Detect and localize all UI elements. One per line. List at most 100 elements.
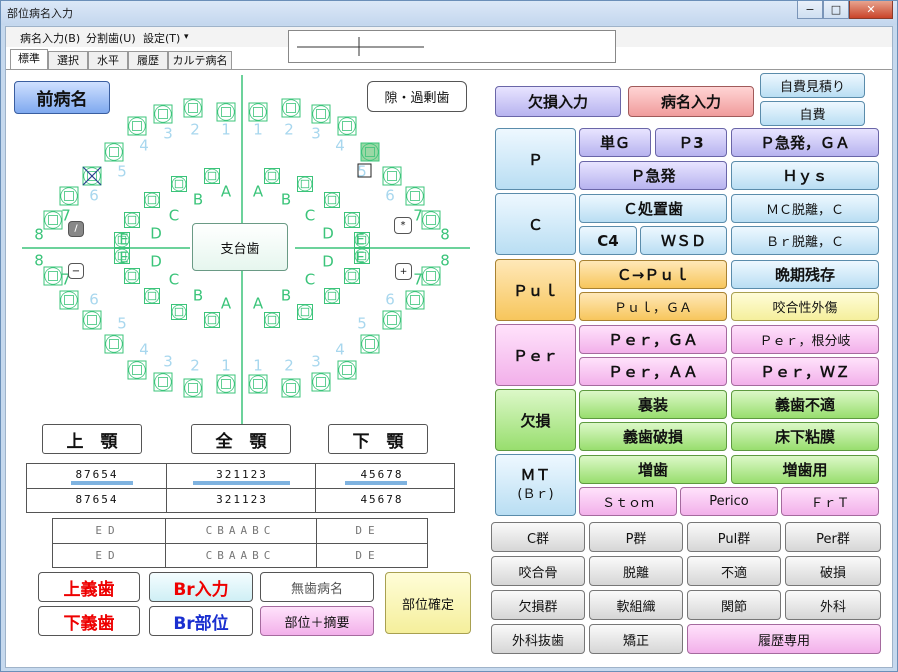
tab-chart-disease[interactable]: カルテ病名 bbox=[168, 51, 232, 69]
previous-disease-button[interactable]: 前病名 bbox=[14, 81, 110, 114]
deciduous-upper-right-D[interactable] bbox=[344, 212, 360, 228]
deciduous-lower-left-C[interactable] bbox=[144, 288, 160, 304]
ed-row1-left[interactable]: ED bbox=[63, 524, 153, 537]
part-summary-button[interactable]: 部位＋摘要 bbox=[260, 606, 374, 636]
per-wz-button[interactable]: Ｐｅｒ，ＷＺ bbox=[731, 357, 879, 386]
add-tooth-use-button[interactable]: 増歯用 bbox=[731, 455, 879, 484]
tooth-row2-right[interactable]: 45678 bbox=[337, 493, 427, 506]
tooth-upper-left-5[interactable] bbox=[104, 142, 124, 162]
p-group-button[interactable]: P群 bbox=[589, 522, 683, 552]
gap-extra-tooth-button[interactable]: 隙・過剰歯 bbox=[367, 81, 467, 112]
asterisk-button[interactable]: * bbox=[394, 217, 412, 234]
tooth-lower-right-1[interactable] bbox=[248, 374, 268, 394]
soft-tissue-button[interactable]: 軟組織 bbox=[589, 590, 683, 620]
tooth-row2-left[interactable]: 87654 bbox=[57, 493, 137, 506]
ed-row2-left[interactable]: ED bbox=[63, 549, 153, 562]
menu-disease-input[interactable]: 病名入力(B) bbox=[20, 30, 80, 46]
tab-select[interactable]: 選択 bbox=[48, 51, 88, 69]
surgical-extraction-button[interactable]: 外科抜歯 bbox=[491, 624, 585, 654]
tooth-upper-right-2[interactable] bbox=[281, 98, 301, 118]
tooth-upper-left-4[interactable] bbox=[127, 116, 147, 136]
tooth-lower-left-8[interactable] bbox=[43, 266, 63, 286]
per-group-button[interactable]: Per群 bbox=[785, 522, 881, 552]
br-part-button[interactable]: Br部位 bbox=[149, 606, 253, 636]
minus-button[interactable]: − bbox=[68, 263, 84, 279]
deciduous-upper-left-B[interactable] bbox=[171, 176, 187, 192]
tooth-lower-right-4[interactable] bbox=[337, 360, 357, 380]
detach-button[interactable]: 脱離 bbox=[589, 556, 683, 586]
category-c-button[interactable]: Ｃ bbox=[495, 193, 576, 255]
orthodontic-button[interactable]: 矯正 bbox=[589, 624, 683, 654]
surgery-button[interactable]: 外科 bbox=[785, 590, 881, 620]
deciduous-lower-right-D[interactable] bbox=[344, 268, 360, 284]
full-jaw-button[interactable]: 全 顎 bbox=[191, 424, 291, 454]
tooth-row2-center[interactable]: 321123 bbox=[187, 493, 297, 506]
defect-group-button[interactable]: 欠損群 bbox=[491, 590, 585, 620]
c-treated-button[interactable]: Ｃ処置歯 bbox=[579, 194, 727, 223]
upper-jaw-button[interactable]: 上 顎 bbox=[42, 424, 142, 454]
deciduous-upper-right-A[interactable] bbox=[264, 168, 280, 184]
deciduous-upper-left-C[interactable] bbox=[144, 192, 160, 208]
tooth-lower-left-7[interactable] bbox=[59, 290, 79, 310]
br-detach-c-button[interactable]: Ｂｒ脱離，Ｃ bbox=[731, 226, 879, 255]
c-to-pul-button[interactable]: Ｃ→Ｐｕｌ bbox=[579, 260, 727, 289]
tooth-upper-right-4[interactable] bbox=[337, 116, 357, 136]
deciduous-lower-left-B[interactable] bbox=[171, 304, 187, 320]
c4-button[interactable]: C4 bbox=[579, 226, 637, 255]
p-acute-button[interactable]: Ｐ急発 bbox=[579, 161, 727, 190]
tooth-upper-left-1[interactable] bbox=[216, 102, 236, 122]
no-tooth-disease-button[interactable]: 無歯病名 bbox=[260, 572, 374, 602]
tooth-upper-left-8[interactable] bbox=[43, 210, 63, 230]
c-group-button[interactable]: C群 bbox=[491, 522, 585, 552]
tooth-row1-right[interactable]: 45678 bbox=[337, 468, 427, 481]
lower-denture-button[interactable]: 下義歯 bbox=[38, 606, 140, 636]
wsd-button[interactable]: ＷＳＤ bbox=[640, 226, 727, 255]
single-g-button[interactable]: 単Ｇ bbox=[579, 128, 651, 157]
stom-button[interactable]: Ｓｔｏｍ bbox=[579, 487, 677, 516]
menu-settings[interactable]: 設定(T) bbox=[143, 30, 180, 46]
deciduous-upper-right-B[interactable] bbox=[297, 176, 313, 192]
occlusal-bone-button[interactable]: 咬合骨 bbox=[491, 556, 585, 586]
tooth-lower-left-6[interactable] bbox=[82, 310, 102, 330]
deciduous-upper-left-D[interactable] bbox=[124, 212, 140, 228]
tooth-lower-left-4[interactable] bbox=[127, 360, 147, 380]
tab-standard[interactable]: 標準 bbox=[10, 49, 48, 69]
ed-row2-right[interactable]: DE bbox=[323, 549, 413, 562]
category-mt-button[interactable]: ＭＴ (Ｂｒ) bbox=[495, 454, 576, 516]
hys-button[interactable]: Ｈｙｓ bbox=[731, 161, 879, 190]
category-pul-button[interactable]: Ｐｕｌ bbox=[495, 259, 576, 321]
plus-button[interactable]: + bbox=[395, 263, 412, 280]
self-pay-estimate-button[interactable]: 自費見積り bbox=[760, 73, 865, 98]
tooth-lower-left-3[interactable] bbox=[153, 372, 173, 392]
tooth-upper-right-7[interactable] bbox=[405, 186, 425, 206]
per-ga-button[interactable]: Ｐｅｒ，ＧＡ bbox=[579, 325, 727, 354]
lower-jaw-button[interactable]: 下 顎 bbox=[328, 424, 428, 454]
category-defect-button[interactable]: 欠損 bbox=[495, 389, 576, 451]
per-root-fork-button[interactable]: Ｐｅｒ，根分岐 bbox=[731, 325, 879, 354]
self-pay-button[interactable]: 自費 bbox=[760, 101, 865, 126]
category-p-button[interactable]: Ｐ bbox=[495, 128, 576, 190]
deciduous-lower-left-A[interactable] bbox=[204, 312, 220, 328]
tooth-row1-left[interactable]: 87654 bbox=[57, 468, 137, 481]
deciduous-lower-right-B[interactable] bbox=[297, 304, 313, 320]
relining-button[interactable]: 裏装 bbox=[579, 390, 727, 419]
broken-button[interactable]: 破損 bbox=[785, 556, 881, 586]
deciduous-lower-right-C[interactable] bbox=[324, 288, 340, 304]
close-button[interactable]: ✕ bbox=[849, 1, 893, 19]
joint-button[interactable]: 関節 bbox=[687, 590, 781, 620]
ed-row1-right[interactable]: DE bbox=[323, 524, 413, 537]
tooth-lower-left-1[interactable] bbox=[216, 374, 236, 394]
br-input-button[interactable]: Br入力 bbox=[149, 572, 253, 602]
defect-input-button[interactable]: 欠損入力 bbox=[495, 86, 621, 117]
upper-denture-button[interactable]: 上義歯 bbox=[38, 572, 140, 602]
tab-horizontal[interactable]: 水平 bbox=[88, 51, 128, 69]
tooth-lower-right-6[interactable] bbox=[382, 310, 402, 330]
denture-unfit-button[interactable]: 義歯不適 bbox=[731, 390, 879, 419]
minimize-button[interactable]: − bbox=[797, 1, 823, 19]
deciduous-lower-left-D[interactable] bbox=[124, 268, 140, 284]
per-aa-button[interactable]: Ｐｅｒ，ＡＡ bbox=[579, 357, 727, 386]
history-only-button[interactable]: 履歴専用 bbox=[687, 624, 881, 654]
frt-button[interactable]: ＦｒＴ bbox=[781, 487, 879, 516]
deciduous-upper-left-A[interactable] bbox=[204, 168, 220, 184]
disease-input-button[interactable]: 病名入力 bbox=[628, 86, 754, 117]
